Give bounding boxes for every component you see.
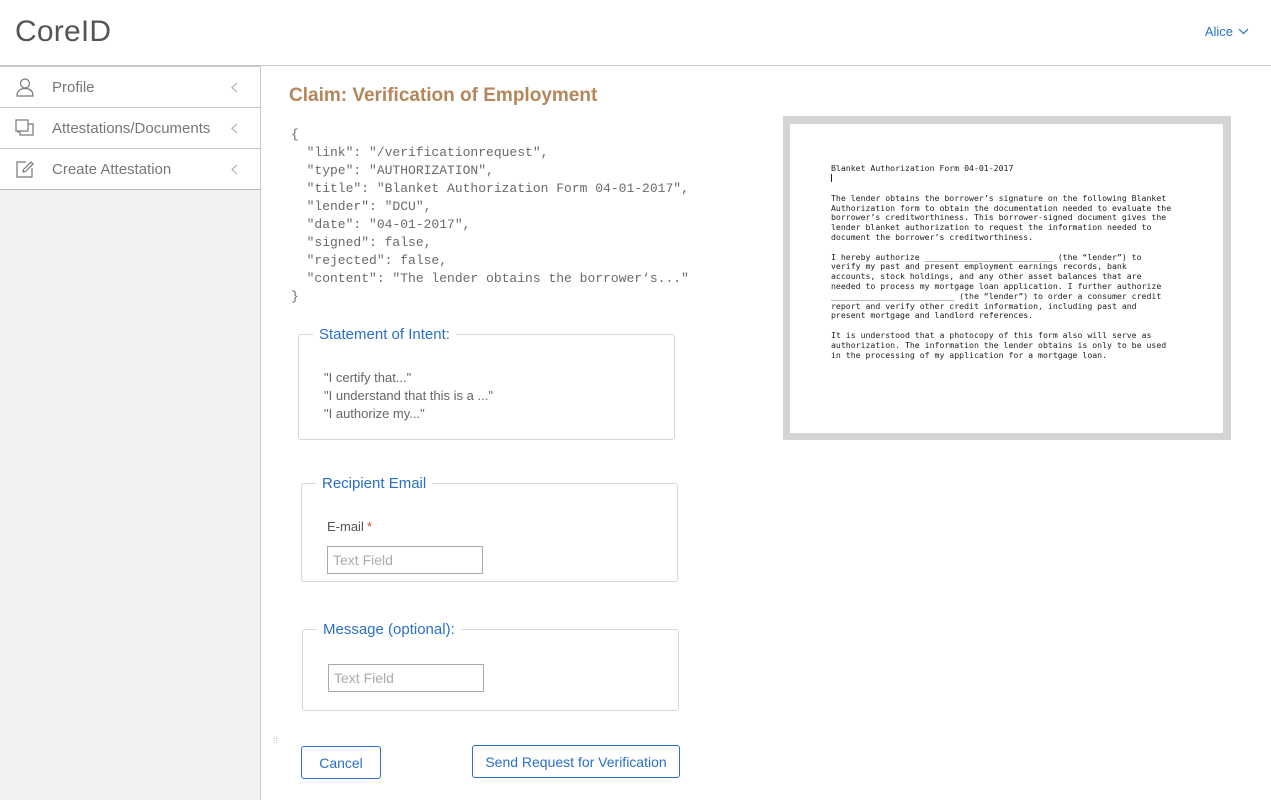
json-line: "type": "AUTHORIZATION",	[291, 163, 494, 178]
recipient-email-section: Recipient Email E-mail *	[301, 475, 678, 582]
sidebar: Profile Attestations/Documents Create At…	[0, 66, 261, 800]
user-name: Alice	[1204, 24, 1233, 39]
documents-icon	[14, 117, 36, 139]
app-logo: CoreID	[15, 15, 112, 48]
sidebar-item-label: Profile	[52, 78, 95, 96]
document-text: Blanket Authorization Form 04-01-2017 Th…	[831, 163, 1191, 370]
document-paragraph: The lender obtains the borrower’s signat…	[831, 192, 1172, 242]
document-paragraph: It is understood that a photocopy of thi…	[831, 329, 1167, 360]
email-label: E-mail *	[327, 519, 372, 534]
intent-line: "I certify that..."	[324, 370, 412, 385]
user-icon	[14, 76, 36, 98]
sidebar-item-create-attestation[interactable]: Create Attestation	[0, 149, 260, 190]
edit-icon	[14, 158, 36, 180]
sidebar-item-profile[interactable]: Profile	[0, 67, 260, 108]
required-marker: *	[366, 519, 372, 534]
text-cursor	[831, 173, 832, 182]
user-menu[interactable]: Alice	[1205, 24, 1249, 39]
resize-grip[interactable]: ⁞⁞	[273, 735, 278, 745]
json-line: }	[291, 289, 299, 304]
sidebar-nav: Profile Attestations/Documents Create At…	[0, 66, 260, 190]
statement-of-intent: Statement of Intent: "I certify that..."…	[298, 326, 675, 440]
email-label-text: E-mail	[327, 519, 364, 534]
chevron-left-icon	[231, 162, 238, 180]
document-paragraph: I hereby authorize _____________________…	[831, 251, 1162, 321]
claim-json: { "link": "/verificationrequest", "type"…	[291, 126, 689, 306]
json-line: "signed": false,	[291, 235, 432, 250]
json-line: "lender": "DCU",	[291, 199, 432, 214]
json-line: "date": "04-01-2017",	[291, 217, 471, 232]
page-title: Claim: Verification of Employment	[289, 85, 598, 106]
sidebar-item-label: Create Attestation	[52, 160, 172, 178]
cancel-button[interactable]: Cancel	[301, 746, 381, 779]
message-section: Message (optional):	[302, 621, 679, 711]
document-page: Blanket Authorization Form 04-01-2017 Th…	[790, 124, 1223, 433]
chevron-left-icon	[231, 80, 238, 98]
json-line: "link": "/verificationrequest",	[291, 145, 549, 160]
chevron-down-icon	[1238, 28, 1249, 35]
json-line: "content": "The lender obtains the borro…	[291, 271, 689, 286]
top-bar: CoreID Alice	[0, 0, 1271, 66]
json-line: {	[291, 127, 299, 142]
recipient-email-legend: Recipient Email	[322, 475, 427, 492]
document-title: Blanket Authorization Form 04-01-2017	[831, 163, 1014, 173]
document-preview: Blanket Authorization Form 04-01-2017 Th…	[783, 116, 1231, 440]
chevron-left-icon	[231, 121, 238, 139]
json-line: "title": "Blanket Authorization Form 04-…	[291, 181, 689, 196]
sidebar-item-label: Attestations/Documents	[52, 119, 211, 137]
email-field[interactable]	[327, 546, 483, 574]
sidebar-item-attestations[interactable]: Attestations/Documents	[0, 108, 260, 149]
main-content: Claim: Verification of Employment { "lin…	[262, 66, 1271, 800]
message-field[interactable]	[328, 664, 484, 692]
send-request-button[interactable]: Send Request for Verification	[472, 745, 680, 778]
intent-line: "I understand that this is a ..."	[324, 388, 493, 403]
intent-line: "I authorize my..."	[324, 406, 425, 421]
message-legend: Message (optional):	[323, 621, 455, 638]
statement-of-intent-legend: Statement of Intent:	[319, 326, 450, 343]
intent-lines: "I certify that..." "I understand that t…	[324, 369, 493, 423]
json-line: "rejected": false,	[291, 253, 448, 268]
